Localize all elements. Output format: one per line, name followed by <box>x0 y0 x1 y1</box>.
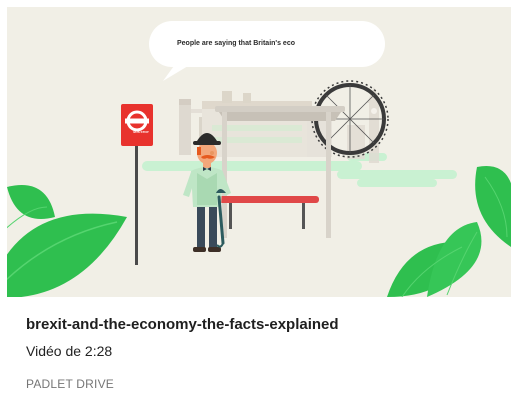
video-source: PADLET DRIVE <box>26 377 114 391</box>
video-duration: Vidéo de 2:28 <box>26 343 113 359</box>
video-thumbnail[interactable]: People are saying that Britain's eco BUS… <box>7 7 511 297</box>
video-card[interactable]: People are saying that Britain's eco BUS… <box>0 0 517 408</box>
speech-bubble-text: People are saying that Britain's eco <box>177 40 295 47</box>
thumbnail-illustration <box>7 7 511 297</box>
video-title[interactable]: brexit-and-the-economy-the-facts-explain… <box>26 316 339 333</box>
bus-stop-sign-label: BUS STOP <box>133 130 149 134</box>
